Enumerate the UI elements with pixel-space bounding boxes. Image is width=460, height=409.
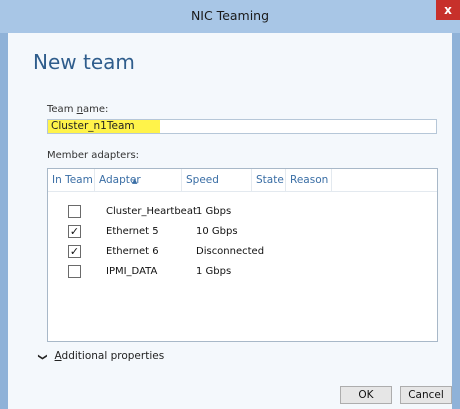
- table-row[interactable]: ✓ Ethernet 5 10 Gbps: [48, 222, 437, 242]
- in-team-checkbox[interactable]: ✓: [68, 245, 81, 258]
- team-name-value: Cluster_n1Team: [48, 120, 160, 133]
- column-header-state[interactable]: State: [252, 169, 286, 191]
- page-title: New team: [33, 50, 135, 74]
- in-team-checkbox[interactable]: ✓: [68, 225, 81, 238]
- title-bar[interactable]: NIC Teaming x: [0, 0, 460, 33]
- additional-properties-toggle[interactable]: ❯ Additional properties: [36, 350, 164, 362]
- table-row[interactable]: ✓ Ethernet 6 Disconnected: [48, 242, 437, 262]
- column-header-reason[interactable]: Reason: [286, 169, 332, 191]
- column-header-adapter[interactable]: Adapter ▲: [95, 169, 182, 191]
- team-name-label: Team name:: [47, 104, 109, 115]
- adapter-name: Cluster_Heartbeat: [106, 206, 197, 217]
- column-header-in-team[interactable]: In Team: [48, 169, 95, 191]
- adapter-speed: Disconnected: [196, 246, 265, 257]
- adapter-speed: 1 Gbps: [196, 206, 232, 217]
- adapter-speed: 10 Gbps: [196, 226, 238, 237]
- cancel-button[interactable]: Cancel: [400, 386, 452, 404]
- sort-ascending-icon: ▲: [132, 177, 138, 185]
- window-title: NIC Teaming: [190, 8, 270, 23]
- table-row[interactable]: IPMI_DATA 1 Gbps: [48, 262, 437, 282]
- adapter-name: IPMI_DATA: [106, 266, 158, 277]
- in-team-checkbox[interactable]: [68, 265, 81, 278]
- ok-button[interactable]: OK: [340, 386, 392, 404]
- table-header: In Team Adapter ▲ Speed State Reason: [48, 169, 437, 192]
- nic-teaming-dialog: NIC Teaming x New team Team name: Cluste…: [0, 0, 460, 409]
- chevron-down-icon: ❯: [36, 353, 47, 361]
- column-header-speed[interactable]: Speed: [182, 169, 252, 191]
- close-button[interactable]: x: [436, 0, 460, 20]
- team-name-field[interactable]: Cluster_n1Team: [47, 119, 437, 134]
- member-adapters-table: In Team Adapter ▲ Speed State Reason Clu…: [47, 168, 438, 342]
- adapter-name: Ethernet 5: [106, 226, 159, 237]
- table-row[interactable]: Cluster_Heartbeat 1 Gbps: [48, 202, 437, 222]
- adapter-name: Ethernet 6: [106, 246, 159, 257]
- in-team-checkbox[interactable]: [68, 205, 81, 218]
- member-adapters-label: Member adapters:: [47, 150, 140, 161]
- adapter-speed: 1 Gbps: [196, 266, 232, 277]
